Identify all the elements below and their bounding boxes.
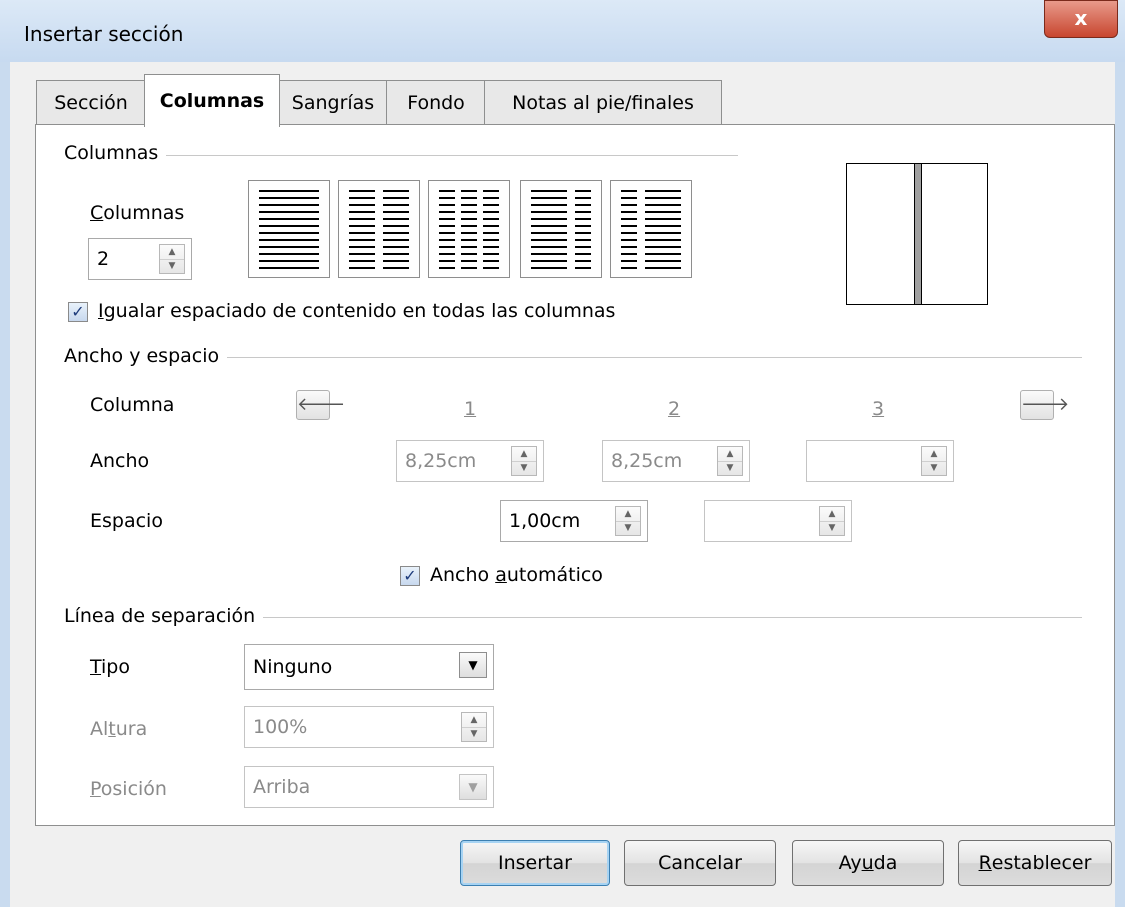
type-dropdown[interactable]: Ninguno ▼	[244, 644, 494, 690]
three-columns-icon	[439, 190, 499, 269]
equalize-checkbox[interactable]: ✓	[68, 302, 88, 322]
position-dropdown[interactable]: Arriba ▼	[244, 766, 494, 808]
auto-width-label: Ancho automático	[430, 564, 603, 586]
chevron-down-icon[interactable]: ▼	[459, 774, 487, 800]
preset-2-columns-wide-left[interactable]	[520, 180, 602, 278]
width-field-2[interactable]: 8,25cm ▲ ▼	[602, 440, 750, 482]
spacing-field-1[interactable]: 1,00cm ▲ ▼	[500, 500, 648, 542]
width-field-3[interactable]: ▲ ▼	[806, 440, 954, 482]
tab-sangrias[interactable]: Sangrías	[278, 80, 388, 125]
columns-count-label: Columnas	[90, 202, 185, 224]
column-preview	[846, 163, 988, 305]
height-field[interactable]: 100% ▲ ▼	[244, 706, 494, 748]
close-button[interactable]: x	[1044, 0, 1118, 38]
tab-fondo[interactable]: Fondo	[386, 80, 486, 125]
preset-2-columns[interactable]	[338, 180, 420, 278]
preview-separator	[914, 164, 922, 304]
group-title-ancho: Ancho y espacio	[64, 345, 228, 367]
height-label: Altura	[90, 718, 148, 740]
two-columns-icon	[349, 190, 409, 269]
one-column-icon	[259, 190, 319, 269]
column-number-2: 2	[668, 398, 681, 420]
spin-arrows-icon[interactable]: ▲ ▼	[159, 244, 185, 274]
width-field-1[interactable]: 8,25cm ▲ ▼	[396, 440, 544, 482]
wide-left-columns-icon	[531, 190, 591, 269]
spacing-field-2[interactable]: ▲ ▼	[704, 500, 852, 542]
arrow-left-button[interactable]: 🡐	[296, 390, 345, 420]
preset-2-columns-wide-right[interactable]	[610, 180, 692, 278]
columns-count-value: 2	[97, 248, 110, 270]
window-title: Insertar sección	[24, 22, 184, 46]
spin-arrows-icon[interactable]: ▲ ▼	[717, 446, 743, 476]
arrow-right-icon: 🡒	[1021, 394, 1070, 415]
column-number-3: 3	[872, 398, 885, 420]
arrow-left-icon: 🡐	[297, 394, 346, 415]
insert-button[interactable]: Insertar	[460, 840, 610, 886]
spin-arrows-icon[interactable]: ▲ ▼	[921, 446, 947, 476]
group-title-columnas: Columnas	[64, 142, 167, 164]
width-label: Ancho	[90, 450, 150, 472]
chevron-down-icon[interactable]: ▼	[459, 652, 487, 678]
window-border-right	[1115, 62, 1125, 907]
wide-right-columns-icon	[621, 190, 681, 269]
reset-button[interactable]: Restablecer	[958, 840, 1112, 886]
column-number-1: 1	[464, 398, 477, 420]
columns-count-stepper[interactable]: 2 ▲ ▼	[88, 238, 192, 280]
checkmark-icon: ✓	[403, 566, 417, 585]
spin-arrows-icon[interactable]: ▲ ▼	[819, 506, 845, 536]
spin-arrows-icon[interactable]: ▲ ▼	[511, 446, 537, 476]
position-label: Posición	[90, 778, 167, 800]
spin-arrows-icon[interactable]: ▲ ▼	[615, 506, 641, 536]
preset-1-column[interactable]	[248, 180, 330, 278]
group-divider-columnas	[66, 155, 738, 156]
auto-width-checkbox[interactable]: ✓	[400, 566, 420, 586]
tab-seccion[interactable]: Sección	[36, 80, 146, 125]
help-button[interactable]: Ay u da	[792, 840, 944, 886]
cancel-button[interactable]: Cancelar	[624, 840, 776, 886]
arrow-right-button[interactable]: 🡒	[1020, 390, 1069, 420]
tab-columnas[interactable]: Columnas	[144, 74, 280, 127]
checkmark-icon: ✓	[71, 302, 85, 321]
tab-notas[interactable]: Notas al pie/finales	[484, 80, 722, 125]
window-border-left	[0, 62, 10, 907]
preset-3-columns[interactable]	[428, 180, 510, 278]
equalize-label: Igualar espaciado de contenido en todas …	[98, 300, 616, 322]
group-title-separator: Línea de separación	[64, 605, 264, 627]
spacing-label: Espacio	[90, 510, 163, 532]
type-label: Tipo	[90, 656, 130, 678]
spin-arrows-icon[interactable]: ▲ ▼	[461, 712, 487, 742]
column-label: Columna	[90, 394, 175, 416]
close-icon[interactable]: x	[1075, 6, 1088, 30]
